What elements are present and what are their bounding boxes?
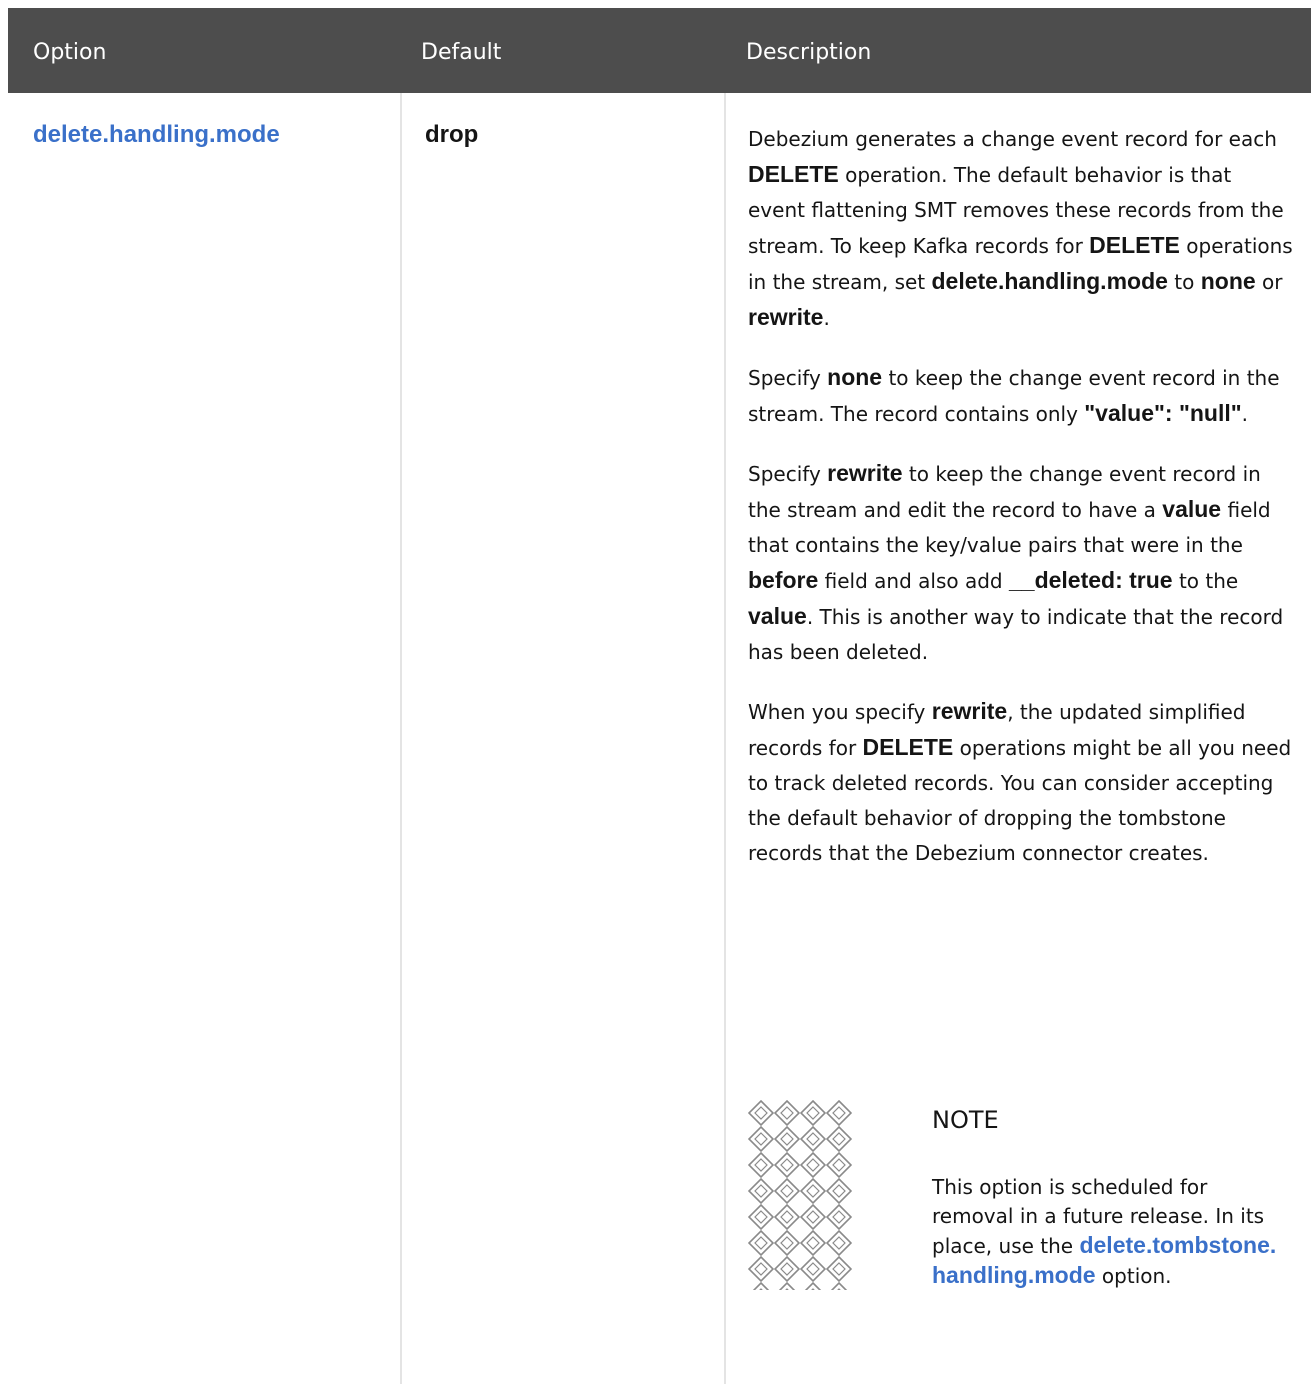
option-name-link[interactable]: delete.handling.mode [33,121,280,149]
note-pattern-icon [748,1100,852,1290]
column-header-default: Default [421,40,502,65]
default-value: drop [425,121,479,148]
description-cell: Debezium generates a change event record… [748,122,1293,895]
description-paragraph: Specify none to keep the change event re… [748,364,1280,426]
column-header-option: Option [33,40,107,65]
description-paragraph: When you specify rewrite, the updated si… [748,698,1292,865]
note-title: NOTE [932,1106,999,1134]
column-divider [724,93,726,1384]
table-header: Option Default Description [8,8,1311,93]
note-body: This option is scheduled for removal in … [932,1175,1277,1288]
column-divider [400,93,402,1384]
description-paragraph: Specify rewrite to keep the change event… [748,460,1284,664]
description-paragraph: Debezium generates a change event record… [748,127,1293,330]
column-header-description: Description [746,40,872,65]
